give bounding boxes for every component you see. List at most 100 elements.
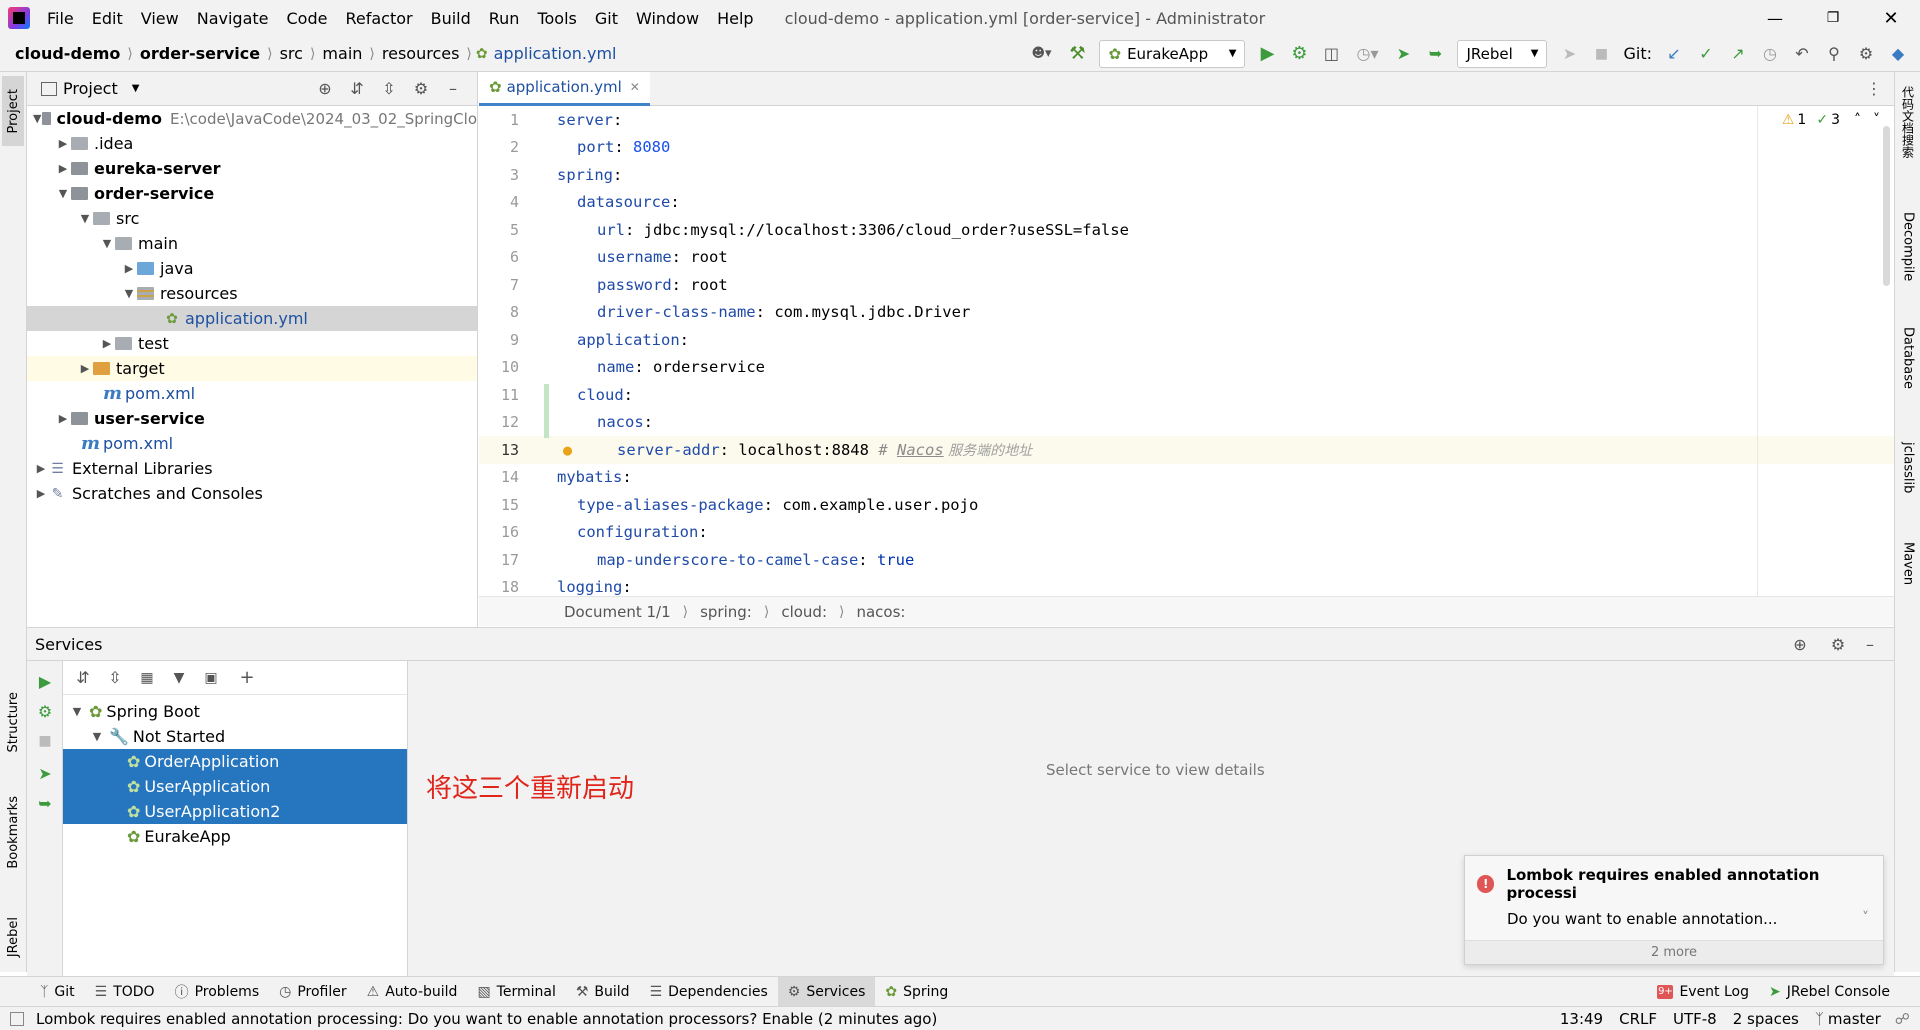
expand-all-icon[interactable]: ⇵ <box>343 75 371 103</box>
tab-services[interactable]: ⚙ Services <box>777 976 876 1007</box>
jrebel-tool-tab[interactable]: JRebel <box>2 902 24 972</box>
jclasslib-tool-tab[interactable]: jclasslib <box>1897 442 1919 532</box>
user-icon[interactable]: ☻▾ <box>1023 40 1059 68</box>
tree-row[interactable]: ▼ cloud-demo E:\code\JavaCode\2024_03_02… <box>27 106 477 131</box>
chevron-down-icon[interactable]: ˅ <box>1862 910 1869 926</box>
menu-file[interactable]: File <box>38 9 83 28</box>
stop-icon[interactable]: ■ <box>1587 40 1615 68</box>
tab-build[interactable]: ⚒ Build <box>566 977 640 1007</box>
maven-tool-tab[interactable]: Maven <box>1897 542 1919 622</box>
close-tab-icon[interactable]: ✕ <box>630 80 640 94</box>
crumb-project[interactable]: cloud-demo <box>12 44 123 63</box>
build-hammer-icon[interactable]: ⚒ <box>1063 40 1091 68</box>
crumb-file[interactable]: application.yml <box>491 44 620 63</box>
tree-row[interactable]: ▶ .idea <box>27 131 477 156</box>
tab-todo[interactable]: ☰ TODO <box>85 977 165 1007</box>
filter-icon[interactable]: ▼ <box>165 664 193 692</box>
chevron-down-icon[interactable]: ˅ <box>1873 112 1880 128</box>
stop-icon[interactable]: ■ <box>33 729 57 753</box>
chevron-down-icon[interactable]: ▼ <box>69 705 85 718</box>
tab-problems[interactable]: ⓘ Problems <box>165 977 270 1007</box>
chevron-down-icon[interactable]: ▼ <box>89 730 105 743</box>
menu-help[interactable]: Help <box>708 9 762 28</box>
tab-jrebel-console[interactable]: ➤ JRebel Console <box>1759 977 1900 1007</box>
tab-event-log[interactable]: 9+ Event Log <box>1647 977 1759 1007</box>
doc-indicator[interactable]: Document 1/1 <box>564 603 671 621</box>
menu-view[interactable]: View <box>132 9 188 28</box>
profile-icon[interactable]: ◷▾ <box>1349 40 1385 68</box>
coverage-icon[interactable]: ◫ <box>1317 40 1345 68</box>
collapse-all-icon[interactable]: ⇳ <box>375 75 403 103</box>
tree-row[interactable]: ▶ test <box>27 331 477 356</box>
tree-row[interactable]: ▶ ☰ External Libraries <box>27 456 477 481</box>
tab-auto-build[interactable]: ⚠ Auto-build <box>357 977 468 1007</box>
file-encoding[interactable]: UTF-8 <box>1673 1010 1717 1028</box>
locate-icon[interactable]: ⊕ <box>311 75 339 103</box>
lock-icon[interactable]: ☍ <box>1895 1010 1910 1028</box>
tree-row[interactable]: ▶ eureka-server <box>27 156 477 181</box>
menu-window[interactable]: Window <box>627 9 708 28</box>
git-branch[interactable]: master <box>1828 1010 1881 1028</box>
crumb-resources[interactable]: resources <box>379 44 463 63</box>
service-group-row[interactable]: ▼ 🔧 Not Started <box>63 724 407 749</box>
crumb-nacos[interactable]: nacos: <box>856 603 905 621</box>
indent-setting[interactable]: 2 spaces <box>1733 1010 1799 1028</box>
editor-tab-application-yml[interactable]: ✿ application.yml ✕ <box>479 71 650 106</box>
git-update-icon[interactable]: ↙ <box>1660 40 1688 68</box>
restore-icon[interactable]: ❐ <box>1804 0 1862 36</box>
notification-more[interactable]: 2 more <box>1465 940 1883 964</box>
tree-row[interactable]: ▼ main <box>27 231 477 256</box>
crumb-cloud[interactable]: cloud: <box>781 603 827 621</box>
expand-all-icon[interactable]: ⇵ <box>69 664 97 692</box>
crumb-src[interactable]: src <box>277 44 306 63</box>
jrebel-run-icon[interactable]: ➤ <box>33 761 57 785</box>
editor-scrollbar[interactable] <box>1883 126 1890 286</box>
project-tool-tab[interactable]: Project <box>2 76 24 146</box>
search-icon[interactable]: ⚲ <box>1820 40 1848 68</box>
project-panel-title[interactable]: Project <box>63 79 118 98</box>
tree-row[interactable]: ▶ target <box>27 356 477 381</box>
status-message[interactable]: Lombok requires enabled annotation proce… <box>36 1010 937 1028</box>
crumb-spring[interactable]: spring: <box>700 603 752 621</box>
jrebel-run-icon[interactable]: ➤ <box>1389 40 1417 68</box>
lightbulb-icon[interactable]: ● <box>563 441 572 459</box>
chevron-up-icon[interactable]: ˄ <box>1854 112 1861 128</box>
add-service-icon[interactable]: + <box>233 664 261 692</box>
minimize-icon[interactable]: — <box>1746 0 1804 36</box>
menu-build[interactable]: Build <box>422 9 480 28</box>
crumb-module[interactable]: order-service <box>137 44 263 63</box>
menu-edit[interactable]: Edit <box>83 9 132 28</box>
service-row-selected[interactable]: ✿ OrderApplication <box>63 749 407 774</box>
chevron-down-icon[interactable]: ▼ <box>121 287 137 300</box>
menu-code[interactable]: Code <box>278 9 337 28</box>
chevron-right-icon[interactable]: ▶ <box>55 412 71 425</box>
chevron-right-icon[interactable]: ▶ <box>33 487 49 500</box>
chevron-down-icon[interactable]: ▼ <box>132 83 140 94</box>
tree-row[interactable]: ▶ java <box>27 256 477 281</box>
chevron-down-icon[interactable]: ▼ <box>33 112 42 125</box>
run-icon[interactable]: ▶ <box>1253 40 1281 68</box>
jrebel-select[interactable]: JRebel ▼ <box>1457 39 1548 68</box>
status-toggle-icon[interactable] <box>10 1011 24 1026</box>
tree-row[interactable]: ▼ resources <box>27 281 477 306</box>
chevron-down-icon[interactable]: ▼ <box>77 212 93 225</box>
tab-terminal[interactable]: ▧ Terminal <box>467 977 565 1007</box>
tree-row[interactable]: m pom.xml <box>27 381 477 406</box>
chevron-right-icon[interactable]: ▶ <box>33 462 49 475</box>
toolbox-icon[interactable]: ◆ <box>1884 40 1912 68</box>
tree-row[interactable]: ▶ user-service <box>27 406 477 431</box>
jrebel-debug-icon[interactable]: ➥ <box>33 791 57 815</box>
tree-row[interactable]: ▼ src <box>27 206 477 231</box>
jrebel-debug-icon[interactable]: ➥ <box>1421 40 1449 68</box>
decompile-tool-tab[interactable]: Decompile <box>1897 212 1919 312</box>
tree-row-selected[interactable]: ✿ application.yml <box>27 306 477 331</box>
chevron-down-icon[interactable]: ▼ <box>99 237 115 250</box>
hide-icon[interactable]: – <box>439 75 467 103</box>
structure-tool-tab[interactable]: Structure <box>2 682 24 762</box>
new-tab-icon[interactable]: ▣ <box>197 664 225 692</box>
service-row-selected[interactable]: ✿ UserApplication2 <box>63 799 407 824</box>
crumb-main[interactable]: main <box>319 44 365 63</box>
doc-search-tool-tab[interactable]: 代码文档搜索 <box>1897 86 1919 196</box>
chevron-right-icon[interactable]: ▶ <box>77 362 93 375</box>
menu-run[interactable]: Run <box>480 9 529 28</box>
